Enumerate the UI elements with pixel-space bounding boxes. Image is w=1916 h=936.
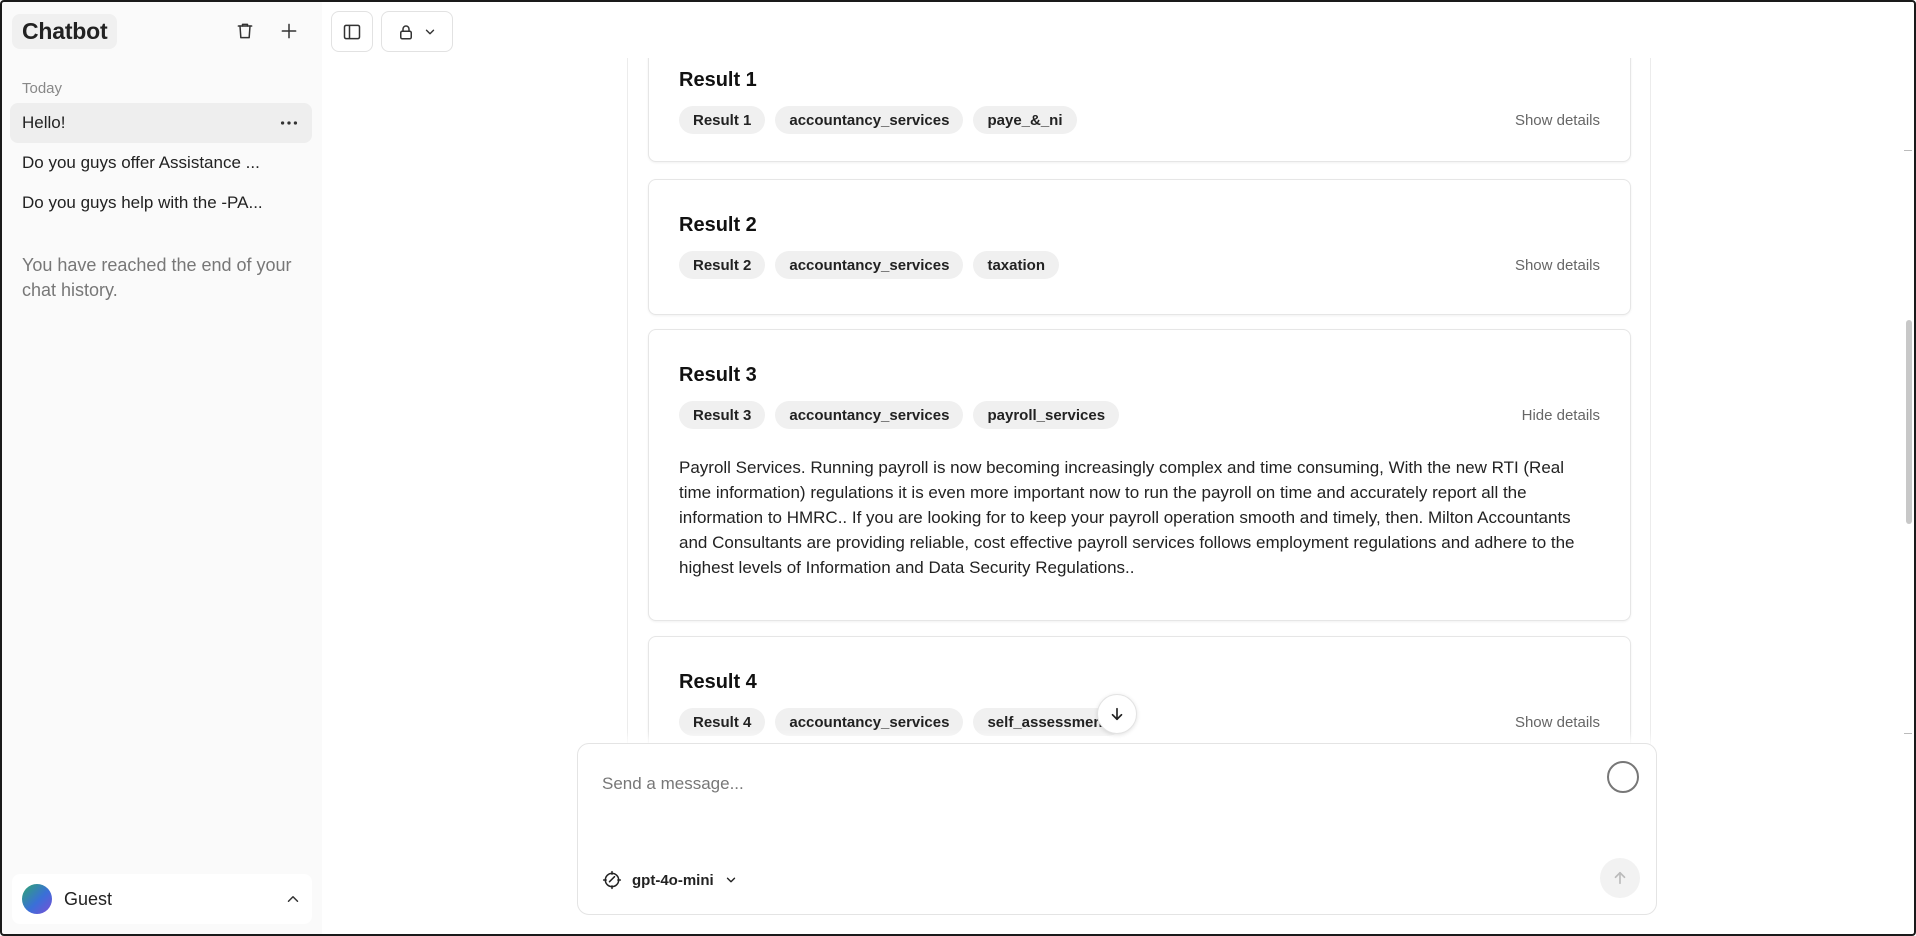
lock-icon [400,24,412,39]
result-card: Result 3 Result 3 accountancy_services p… [648,329,1631,621]
tag: accountancy_services [775,708,964,736]
visibility-selector[interactable] [381,11,453,52]
sidebar-header: Chatbot [10,0,312,62]
tag: accountancy_services [775,106,964,134]
arrow-down-icon [1111,707,1123,721]
tag-row: Result 4 accountancy_services self_asses… [679,708,1600,736]
tag: Result 1 [679,106,766,134]
result-title: Result 4 [679,671,757,693]
model-name: gpt-4o-mini [632,871,714,889]
tag: Result 2 [679,251,766,279]
tag: payroll_services [973,401,1120,429]
history-end-message: You have reached the end of your chat hi… [22,255,292,300]
result-details-text: Payroll Services. Running payroll is now… [679,458,1575,577]
scroll-tick [1904,150,1912,151]
app-title[interactable]: Chatbot [12,13,118,49]
show-details-link[interactable]: Show details [1515,257,1600,274]
scroll-tick [1904,733,1912,734]
tag: accountancy_services [775,401,964,429]
model-selector[interactable]: gpt-4o-mini [602,870,738,890]
chat-item-label: Do you guys offer Assistance ... [22,153,260,172]
tag: paye_&_ni [973,106,1077,134]
show-details-link[interactable]: Show details [1515,112,1600,129]
tag: Result 3 [679,401,766,429]
chevron-down-icon [726,877,735,883]
result-card: Result 2 Result 2 accountancy_services t… [648,179,1631,315]
message-composer: gpt-4o-mini [577,743,1657,915]
user-menu-button[interactable]: Guest [12,874,312,924]
chat-item-label: Hello! [22,113,66,132]
more-horizontal-icon[interactable] [278,112,300,134]
page-scrollbar[interactable] [1906,320,1912,524]
sidebar-toggle-button[interactable] [331,11,373,52]
avatar [22,884,52,914]
tag: accountancy_services [775,251,964,279]
chevron-down-icon [425,29,435,34]
scroll-to-bottom-button[interactable] [1097,694,1137,734]
hide-details-link[interactable]: Hide details [1522,407,1600,424]
trash-icon [237,23,253,39]
user-name: Guest [64,888,113,909]
chat-item-paye[interactable]: Do you guys help with the -PA... [10,183,312,223]
result-title: Result 3 [679,364,757,386]
section-label-today: Today [22,80,63,97]
chat-item-label: Do you guys help with the -PA... [22,193,263,212]
result-card: Result 1 Result 1 accountancy_services p… [648,58,1631,162]
tag-row: Result 1 accountancy_services paye_&_ni … [679,106,1600,134]
tag-row: Result 2 accountancy_services taxation S… [679,251,1600,279]
send-button[interactable] [1600,858,1640,898]
result-title: Result 1 [679,69,757,91]
chat-item-hello[interactable]: Hello! [10,103,312,143]
tag: taxation [973,251,1059,279]
tag: Result 4 [679,708,766,736]
chat-item-assistance[interactable]: Do you guys offer Assistance ... [10,143,312,183]
result-title: Result 2 [679,214,757,236]
message-input[interactable] [602,774,1502,794]
model-icon [602,870,622,890]
status-circle-icon [1607,761,1639,793]
arrow-up-icon [1614,871,1626,885]
chat-messages: Result 1 Result 1 accountancy_services p… [627,58,1651,744]
delete-chat-button[interactable] [226,12,264,50]
topbar [331,11,453,52]
tag-row: Result 3 accountancy_services payroll_se… [679,401,1600,429]
sidebar-toggle-icon [343,24,361,39]
plus-icon [281,23,297,39]
sidebar: Chatbot Today Hello! Do you guys offer A… [0,0,322,936]
show-details-link[interactable]: Show details [1515,714,1600,731]
result-card: Result 4 Result 4 accountancy_services s… [648,636,1631,744]
new-chat-button[interactable] [270,12,308,50]
chevron-up-icon [287,896,299,902]
